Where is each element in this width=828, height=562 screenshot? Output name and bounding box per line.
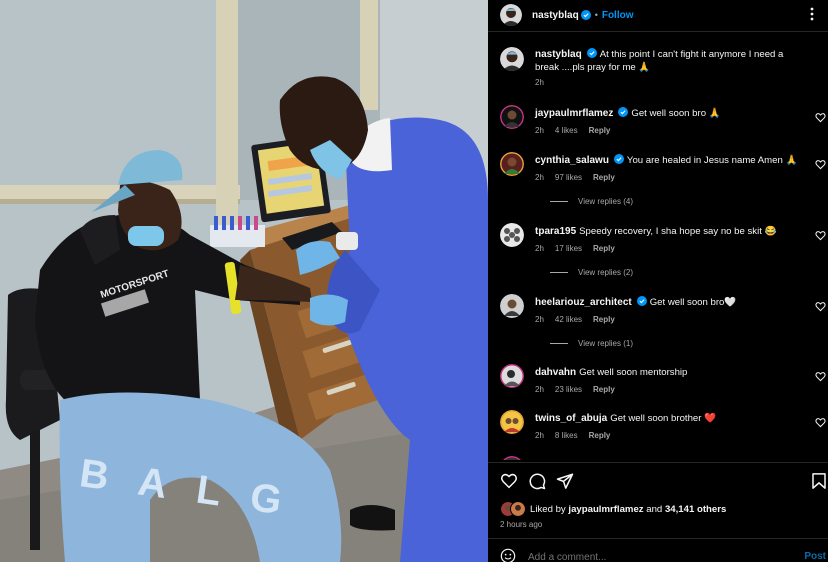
post-detail-panel: nastyblaq • Follow nastyblaq At this poin…: [488, 0, 828, 562]
view-replies-button[interactable]: View replies (4): [550, 197, 633, 206]
comment-time: 2h: [535, 315, 544, 324]
commenter-avatar[interactable]: [500, 456, 524, 460]
share-icon[interactable]: [556, 472, 574, 490]
view-replies-line: [550, 201, 568, 202]
post-header: nastyblaq • Follow: [488, 0, 828, 30]
caption-meta: 2h: [535, 78, 555, 87]
comment-text: You are healed in Jesus name Amen 🙏: [626, 155, 798, 166]
comment-like-icon[interactable]: [815, 159, 826, 170]
commenter-avatar[interactable]: [500, 294, 524, 318]
comment-time: 2h: [535, 173, 544, 182]
comment-likes[interactable]: 97 likes: [555, 173, 582, 182]
post-comment-button[interactable]: Post: [804, 551, 826, 562]
reply-button[interactable]: Reply: [593, 173, 615, 182]
comment-likes[interactable]: 23 likes: [555, 385, 582, 394]
comment-text: Speedy recovery, I sha hope say no be sk…: [579, 226, 777, 237]
comment-time: 2h: [535, 385, 544, 394]
post-actions: [488, 468, 828, 496]
comment-like-icon[interactable]: [815, 301, 826, 312]
comment-likes[interactable]: 17 likes: [555, 244, 582, 253]
view-replies-label: View replies (1): [578, 339, 633, 348]
liker-avatar: [510, 501, 526, 517]
commenter-username[interactable]: dahvahn: [535, 367, 576, 378]
view-replies-line: [550, 272, 568, 273]
caption-username[interactable]: nastyblaq: [535, 49, 582, 60]
comment-time: 2h: [535, 244, 544, 253]
comments-list[interactable]: nastyblaq At this point I can't fight it …: [488, 36, 828, 460]
heart-icon[interactable]: [500, 472, 518, 490]
view-replies-line: [550, 343, 568, 344]
comment-input[interactable]: [528, 550, 778, 562]
caption-time: 2h: [535, 78, 544, 87]
likes-summary[interactable]: Liked by jaypaulmrflamez and 34,141 othe…: [500, 501, 726, 517]
author-avatar[interactable]: [500, 47, 524, 71]
reply-button[interactable]: Reply: [593, 385, 615, 394]
commenter-avatar[interactable]: [500, 105, 524, 129]
comment-likes[interactable]: 42 likes: [555, 315, 582, 324]
post-timestamp: 2 hours ago: [500, 520, 543, 529]
commenter-username[interactable]: jaypaulmrflamez: [535, 108, 613, 119]
comment-time: 2h: [535, 431, 544, 440]
author-username[interactable]: nastyblaq: [532, 10, 579, 21]
comment-like-icon[interactable]: [815, 112, 826, 123]
reply-button[interactable]: Reply: [589, 431, 611, 440]
commenter-avatar[interactable]: [500, 364, 524, 388]
more-options-icon[interactable]: [804, 6, 820, 22]
emoji-icon[interactable]: [500, 548, 516, 562]
author-avatar[interactable]: [500, 4, 522, 26]
bookmark-icon[interactable]: [810, 472, 828, 490]
reply-button[interactable]: Reply: [589, 126, 611, 135]
comment-likes[interactable]: 4 likes: [555, 126, 578, 135]
comment-text: Get well soon brother ❤️: [610, 413, 717, 424]
post-photo[interactable]: MOTORSPORT BALG: [0, 0, 488, 562]
comment-text: Get well soon bro 🙏: [631, 108, 721, 119]
comment-likes[interactable]: 8 likes: [555, 431, 578, 440]
verified-badge-icon: [586, 48, 597, 58]
verified-badge-icon: [618, 107, 629, 117]
reply-button[interactable]: Reply: [593, 244, 615, 253]
add-comment-bar: Post: [488, 541, 828, 562]
actions-divider: [488, 462, 828, 463]
reply-button[interactable]: Reply: [593, 315, 615, 324]
view-replies-button[interactable]: View replies (2): [550, 268, 633, 277]
comment-like-icon[interactable]: [815, 230, 826, 241]
commenter-username[interactable]: cynthia_salawu: [535, 155, 609, 166]
comment-box-divider: [488, 538, 828, 539]
comment-icon[interactable]: [528, 472, 546, 490]
commenter-avatar[interactable]: [500, 223, 524, 247]
post-photo-illustration: MOTORSPORT BALG: [0, 0, 488, 562]
verified-badge-icon: [636, 296, 647, 306]
verified-badge-icon: [580, 10, 591, 20]
comment-like-icon[interactable]: [815, 417, 826, 428]
comment-time: 2h: [535, 126, 544, 135]
view-replies-label: View replies (2): [578, 268, 633, 277]
view-replies-label: View replies (4): [578, 197, 633, 206]
likes-others[interactable]: 34,141 others: [665, 504, 726, 515]
comment-text: Get well soon bro🤍: [649, 297, 737, 308]
comment-text: Get well soon mentorship: [579, 367, 688, 378]
likes-middle: and: [646, 503, 663, 515]
verified-badge-icon: [613, 154, 624, 164]
commenter-username[interactable]: heelariouz_architect: [535, 297, 632, 308]
header-divider: [488, 31, 828, 32]
separator-dot: •: [594, 10, 598, 20]
view-replies-button[interactable]: View replies (1): [550, 339, 633, 348]
commenter-username[interactable]: twins_of_abuja: [535, 413, 607, 424]
caption-body: nastyblaq At this point I can't fight it …: [535, 48, 810, 74]
likes-prefix: Liked by: [530, 503, 566, 515]
commenter-avatar[interactable]: [500, 410, 524, 434]
likes-user[interactable]: jaypaulmrflamez: [568, 504, 643, 515]
follow-button[interactable]: Follow: [602, 10, 634, 21]
comment-like-icon[interactable]: [815, 371, 826, 382]
liker-avatars: [500, 501, 526, 517]
commenter-avatar[interactable]: [500, 152, 524, 176]
commenter-username[interactable]: tpara195: [535, 226, 576, 237]
